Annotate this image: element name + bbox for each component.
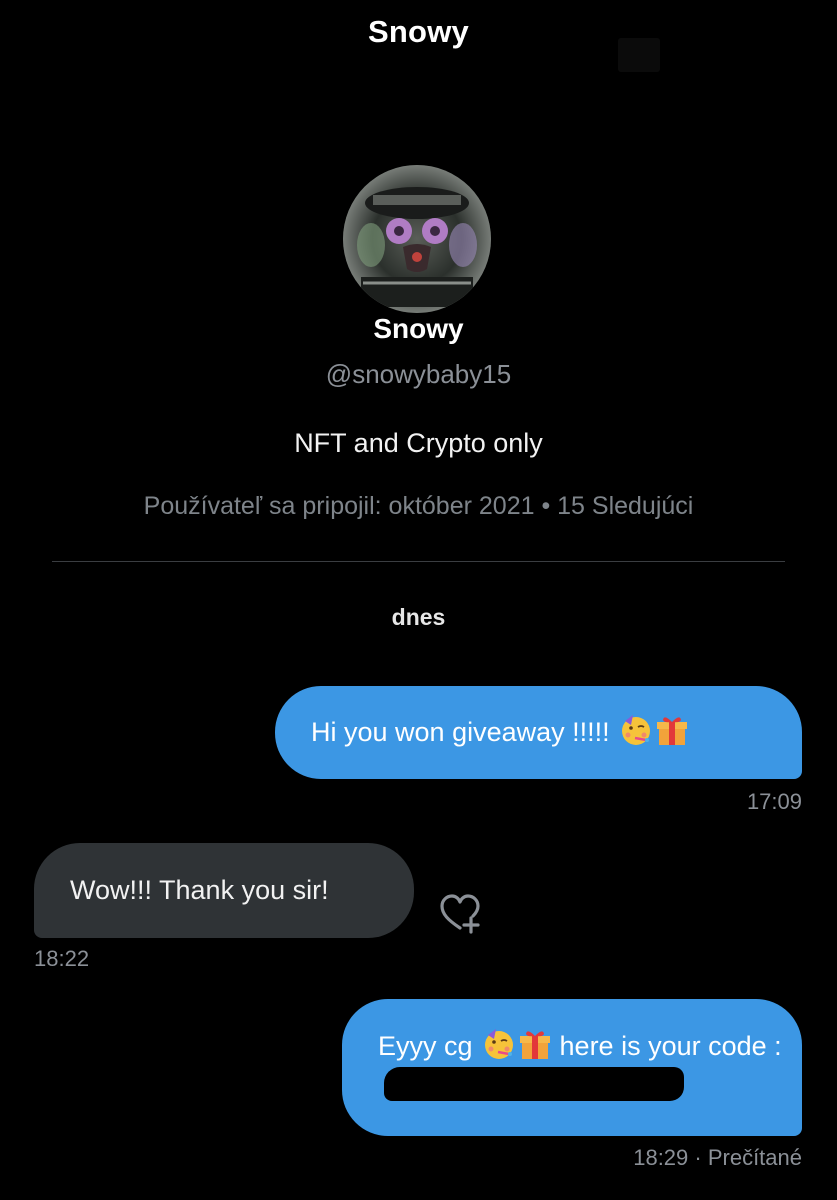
profile-bio: NFT and Crypto only	[294, 428, 543, 458]
heart-plus-icon[interactable]	[438, 890, 484, 936]
partying-face-icon	[622, 715, 651, 745]
profile-avatar[interactable]	[343, 165, 491, 313]
message-text-after: here is your code :	[552, 1031, 782, 1061]
header-action-icon[interactable]	[618, 38, 660, 72]
conversation-title: Snowy	[368, 14, 469, 49]
partying-face-icon	[485, 1029, 514, 1059]
profile-divider	[52, 561, 785, 562]
profile-meta: Používateľ sa pripojil: október 2021 • 1…	[143, 492, 694, 520]
profile-handle[interactable]: @snowybaby15	[0, 359, 837, 390]
message-timestamp: 18:29	[633, 1145, 689, 1170]
message-text: Hi you won giveaway !!!!!	[311, 717, 618, 747]
message-bubble-received[interactable]: Wow!!! Thank you sir!	[34, 843, 414, 938]
day-separator: dnes	[391, 604, 446, 630]
message-timestamp: 17:09	[746, 789, 802, 814]
read-receipt: · Prečítané	[688, 1145, 802, 1170]
message-timestamp: 18:22	[34, 946, 90, 971]
message-text-before: Eyyy cg	[378, 1031, 481, 1061]
message-status: 18:29 · Prečítané	[633, 1145, 802, 1171]
redacted-code	[384, 1067, 684, 1101]
profile-name[interactable]: Snowy	[0, 313, 837, 345]
message-bubble-sent[interactable]: Eyyy cg here is your code :	[342, 999, 802, 1136]
gift-icon	[520, 1031, 551, 1059]
message-text: Wow!!! Thank you sir!	[70, 875, 329, 905]
message-bubble-sent[interactable]: Hi you won giveaway !!!!!	[275, 686, 802, 779]
gift-icon	[657, 717, 688, 745]
